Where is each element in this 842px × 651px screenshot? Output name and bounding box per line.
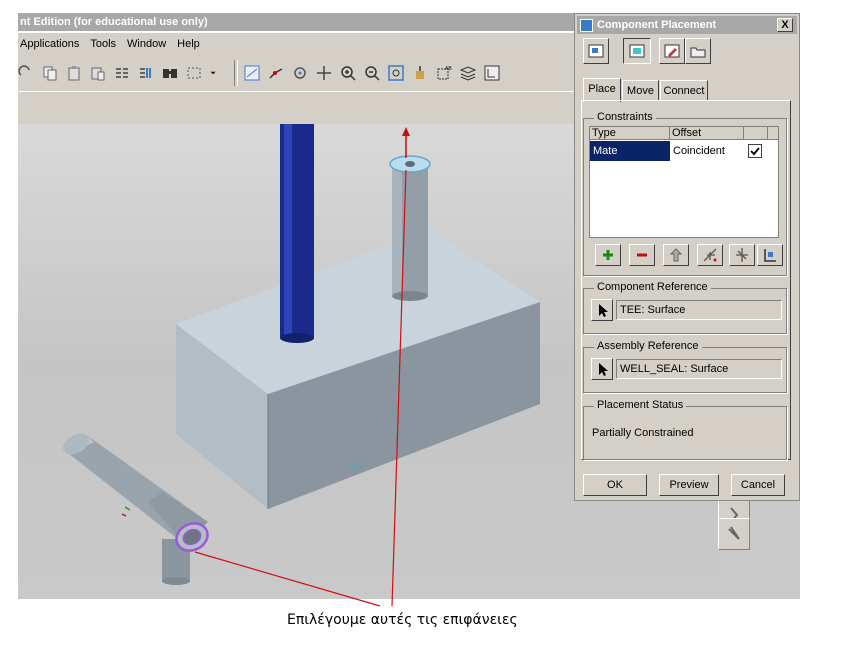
zoom-out-icon[interactable] <box>364 65 380 81</box>
app-icon <box>580 19 593 32</box>
constraint-offset-cell[interactable]: Coincident <box>670 141 744 161</box>
checkmark-icon <box>748 144 762 158</box>
dialog-title: Component Placement <box>597 19 717 31</box>
redo-icon[interactable] <box>18 65 34 81</box>
toolbar-separator <box>234 60 238 86</box>
minus-icon <box>637 253 647 257</box>
axis-icon[interactable] <box>268 65 284 81</box>
open-button[interactable] <box>685 38 711 64</box>
column-header-offset[interactable]: Offset <box>670 127 744 140</box>
dialog-title-bar: Component Placement X <box>577 16 797 34</box>
find-icon[interactable] <box>162 65 178 81</box>
model-tree-icon[interactable] <box>484 65 500 81</box>
tab-place[interactable]: Place <box>583 78 621 102</box>
cancel-button[interactable]: Cancel <box>731 474 785 496</box>
plus-icon <box>603 250 613 260</box>
pan-icon[interactable] <box>316 65 332 81</box>
column-header-type[interactable]: Type <box>590 127 670 140</box>
menu-applications[interactable]: Applications <box>20 38 79 50</box>
align-icon <box>703 248 717 262</box>
column-header-check[interactable] <box>744 127 768 140</box>
layers-icon[interactable] <box>460 65 476 81</box>
constraints-label: Constraints <box>594 111 656 123</box>
svg-text:AB: AB <box>445 66 452 72</box>
assembly-reference-select-button[interactable] <box>591 358 613 380</box>
window-assemble-icon <box>588 44 604 58</box>
placement-status-label: Placement Status <box>594 399 687 411</box>
paste-special-icon[interactable] <box>90 65 106 81</box>
spin-center-icon[interactable] <box>292 65 308 81</box>
dock-button-2[interactable] <box>718 518 750 550</box>
paste-icon[interactable] <box>66 65 82 81</box>
annotation-icon[interactable]: AB <box>436 65 452 81</box>
dropdown-arrow-icon[interactable] <box>210 65 220 81</box>
placement-mode-button[interactable] <box>583 38 609 64</box>
constraint-enabled-checkbox[interactable] <box>748 141 768 161</box>
feather-icon <box>728 526 740 540</box>
column-header-spacer <box>768 127 778 140</box>
copy-icon[interactable] <box>42 65 58 81</box>
orient-constraint-icon <box>764 249 776 262</box>
orient-constraint-button[interactable] <box>757 244 783 266</box>
folder-icon <box>690 47 706 58</box>
placement-status-text: Partially Constrained <box>592 427 694 439</box>
menu-window[interactable]: Window <box>127 38 166 50</box>
constraint-type-cell[interactable]: Mate <box>590 141 670 161</box>
insert-constraint-button[interactable] <box>729 244 755 266</box>
menu-bar: Applications Tools Window Help <box>18 33 576 55</box>
component-reference-row: TEE: Surface <box>591 299 785 321</box>
preview-button[interactable]: Preview <box>659 474 719 496</box>
insert-icon <box>736 248 748 262</box>
orient-icon[interactable] <box>412 65 428 81</box>
window-title: nt Edition (for educational use only) <box>20 16 208 28</box>
assembly-reference-field[interactable]: WELL_SEAL: Surface <box>616 359 782 379</box>
align-constraint-button[interactable] <box>697 244 723 266</box>
close-button[interactable]: X <box>777 18 793 32</box>
component-reference-select-button[interactable] <box>591 299 613 321</box>
flip-arrow-icon <box>669 248 683 262</box>
edit-button[interactable] <box>659 38 685 64</box>
component-placement-dialog: Component Placement X Place Move Connect… <box>574 13 800 501</box>
select-box-icon[interactable] <box>186 65 202 81</box>
zoom-in-icon[interactable] <box>340 65 356 81</box>
constraints-table: Type Offset Mate Coincident <box>589 126 779 238</box>
assembly-reference-label: Assembly Reference <box>594 340 702 352</box>
cursor-arrow-icon <box>599 304 608 317</box>
caption: Επιλέγουμε αυτές τις επιφάνειες <box>287 612 518 628</box>
component-reference-label: Component Reference <box>594 281 711 293</box>
datum-display-icon[interactable] <box>244 65 260 81</box>
menu-help[interactable]: Help <box>177 38 200 50</box>
merge-icon[interactable] <box>138 65 154 81</box>
main-toolbar: AB <box>18 55 576 91</box>
remove-constraint-button[interactable] <box>629 244 655 266</box>
tab-connect[interactable]: Connect <box>660 80 708 100</box>
ok-button[interactable]: OK <box>583 474 647 496</box>
assembly-reference-row: WELL_SEAL: Surface <box>591 358 785 380</box>
tab-move[interactable]: Move <box>622 80 659 100</box>
add-constraint-button[interactable] <box>595 244 621 266</box>
menu-tools[interactable]: Tools <box>90 38 116 50</box>
same-window-button[interactable] <box>623 38 651 64</box>
pencil-icon <box>664 44 680 58</box>
flip-constraint-button[interactable] <box>663 244 689 266</box>
window-title-bar: nt Edition (for educational use only) <box>18 13 578 31</box>
refit-icon[interactable] <box>388 65 404 81</box>
window-icon <box>629 44 645 58</box>
cursor-arrow-icon <box>599 363 608 376</box>
mirror-icon[interactable] <box>114 65 130 81</box>
component-reference-field[interactable]: TEE: Surface <box>616 300 782 320</box>
secondary-toolbar <box>18 91 576 125</box>
